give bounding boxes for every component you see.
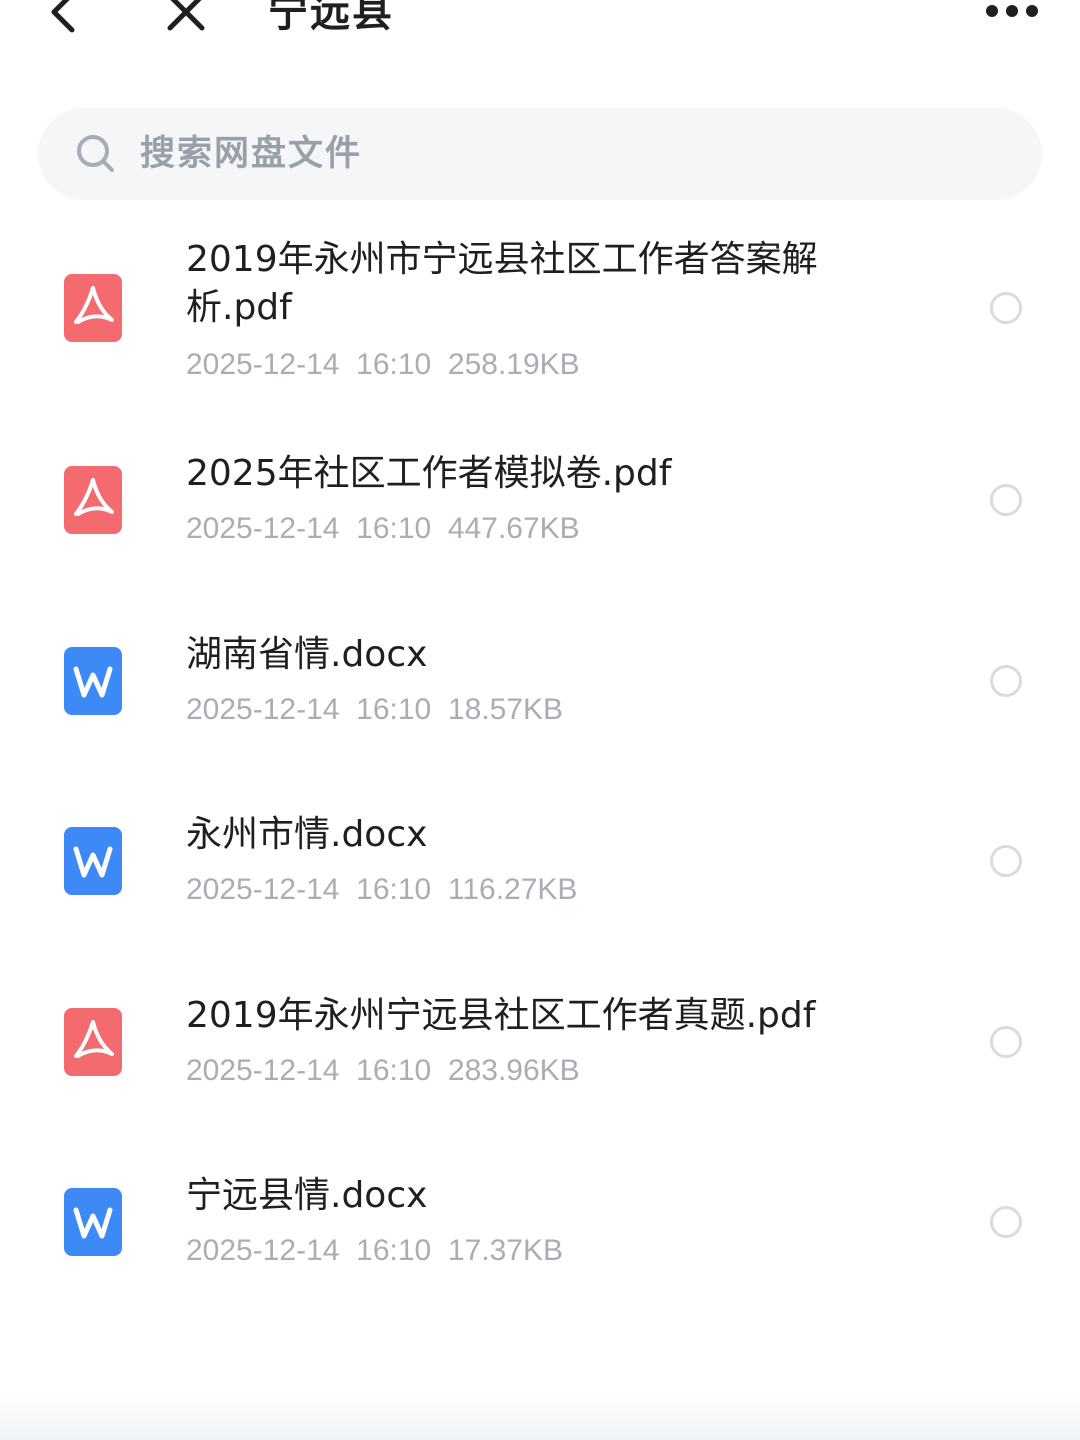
search-input[interactable] <box>140 128 1000 180</box>
bottom-bar-edge <box>0 1395 1080 1440</box>
file-size: 258.19KB <box>447 348 580 381</box>
select-radio[interactable] <box>990 1206 1022 1238</box>
file-time: 16:10 <box>356 348 432 381</box>
file-size: 447.67KB <box>447 512 580 545</box>
select-radio[interactable] <box>990 484 1022 516</box>
file-list-item[interactable]: 2019年永州市宁远县社区工作者答案解析.pdf 2025-12-14 16:1… <box>0 230 1080 400</box>
file-size: 18.57KB <box>447 693 563 726</box>
select-radio[interactable] <box>990 845 1022 877</box>
close-icon[interactable] <box>164 0 208 36</box>
file-date: 2025-12-14 <box>186 693 340 726</box>
page-title: 宁远县 <box>268 0 394 36</box>
file-name: 2019年永州宁远县社区工作者真题.pdf <box>186 995 816 1036</box>
word-file-icon <box>64 647 122 715</box>
file-time: 16:10 <box>356 693 432 726</box>
file-meta: 2025-12-14 16:10 283.96KB <box>186 1054 580 1088</box>
file-meta: 2025-12-14 16:10 18.57KB <box>186 693 563 727</box>
file-name: 湖南省情.docx <box>186 634 428 675</box>
pdf-file-icon <box>64 1008 122 1076</box>
file-size: 116.27KB <box>447 873 578 906</box>
file-time: 16:10 <box>356 512 432 545</box>
file-date: 2025-12-14 <box>186 873 340 906</box>
file-time: 16:10 <box>356 1054 432 1087</box>
pdf-file-icon <box>64 274 122 342</box>
top-bar: 宁远县 <box>0 0 1080 36</box>
file-meta: 2025-12-14 16:10 258.19KB <box>186 348 580 382</box>
select-radio[interactable] <box>990 292 1022 324</box>
file-time: 16:10 <box>356 1234 432 1267</box>
file-date: 2025-12-14 <box>186 348 340 381</box>
file-name: 2019年永州市宁远县社区工作者答案解析.pdf <box>186 239 818 328</box>
file-time: 16:10 <box>356 873 432 906</box>
word-file-icon <box>64 1188 122 1256</box>
file-size: 283.96KB <box>447 1054 580 1087</box>
file-list-item[interactable]: 宁远县情.docx 2025-12-14 16:10 17.37KB <box>0 1172 1080 1282</box>
file-browser-screen: 宁远县 2019年永州市宁远县社区工作者答案解析.pdf 2025-12-14 … <box>0 0 1080 1440</box>
file-name: 永州市情.docx <box>186 814 428 855</box>
file-date: 2025-12-14 <box>186 512 340 545</box>
file-date: 2025-12-14 <box>186 1054 340 1087</box>
file-meta: 2025-12-14 16:10 116.27KB <box>186 873 577 907</box>
file-name: 宁远县情.docx <box>186 1175 428 1216</box>
file-meta: 2025-12-14 16:10 17.37KB <box>186 1234 563 1268</box>
more-horizontal-icon[interactable] <box>982 0 1042 26</box>
file-list-item[interactable]: 2025年社区工作者模拟卷.pdf 2025-12-14 16:10 447.6… <box>0 450 1080 560</box>
select-radio[interactable] <box>990 1026 1022 1058</box>
file-list-item[interactable]: 湖南省情.docx 2025-12-14 16:10 18.57KB <box>0 631 1080 741</box>
search-icon <box>77 135 114 172</box>
file-name: 2025年社区工作者模拟卷.pdf <box>186 453 672 494</box>
chevron-left-icon[interactable] <box>44 0 84 36</box>
file-list-item[interactable]: 永州市情.docx 2025-12-14 16:10 116.27KB <box>0 811 1080 921</box>
select-radio[interactable] <box>990 665 1022 697</box>
word-file-icon <box>64 827 122 895</box>
pdf-file-icon <box>64 466 122 534</box>
file-size: 17.37KB <box>447 1234 563 1267</box>
file-meta: 2025-12-14 16:10 447.67KB <box>186 512 580 546</box>
file-list-item[interactable]: 2019年永州宁远县社区工作者真题.pdf 2025-12-14 16:10 2… <box>0 992 1080 1102</box>
file-date: 2025-12-14 <box>186 1234 340 1267</box>
